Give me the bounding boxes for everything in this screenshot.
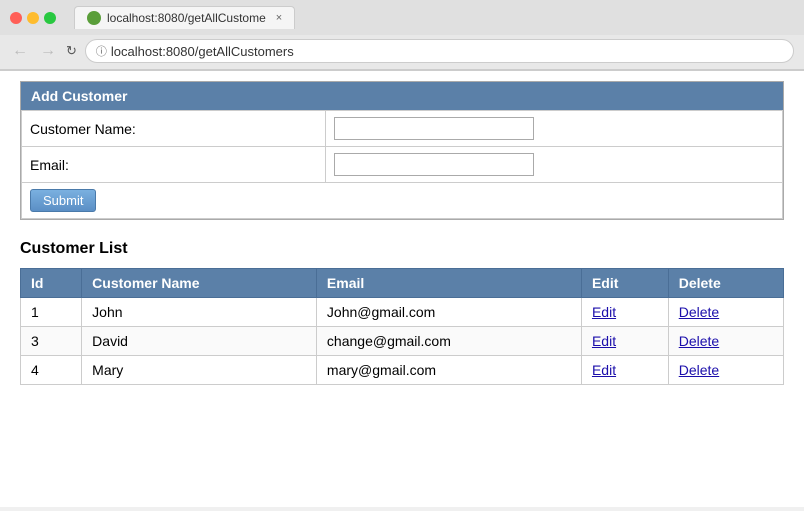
table-header-row: Id Customer Name Email Edit Delete — [21, 269, 784, 298]
add-customer-form: Customer Name: Email: Submit — [21, 110, 783, 219]
cell-edit: Edit — [581, 356, 668, 385]
tab-favicon-icon — [87, 11, 101, 25]
name-label: Customer Name: — [22, 111, 326, 147]
table-row: 4 Mary mary@gmail.com Edit Delete — [21, 356, 784, 385]
secure-icon: ⓘ — [96, 43, 107, 59]
page-content: Add Customer Customer Name: Email: Submi… — [0, 71, 804, 507]
customer-email-input[interactable] — [334, 153, 534, 176]
col-header-name: Customer Name — [82, 269, 317, 298]
cell-id: 1 — [21, 298, 82, 327]
cell-delete: Delete — [668, 327, 783, 356]
delete-link[interactable]: Delete — [679, 333, 719, 349]
col-header-delete: Delete — [668, 269, 783, 298]
cell-edit: Edit — [581, 327, 668, 356]
cell-name: John — [82, 298, 317, 327]
col-header-id: Id — [21, 269, 82, 298]
browser-chrome: localhost:8080/getAllCustome × ← → ↻ ⓘ l… — [0, 0, 804, 71]
submit-button[interactable]: Submit — [30, 189, 96, 212]
delete-link[interactable]: Delete — [679, 304, 719, 320]
cell-email: change@gmail.com — [316, 327, 581, 356]
title-bar: localhost:8080/getAllCustome × — [0, 0, 804, 35]
cell-id: 4 — [21, 356, 82, 385]
url-bar[interactable]: ⓘ localhost:8080/getAllCustomers — [85, 39, 794, 63]
cell-email: John@gmail.com — [316, 298, 581, 327]
url-text: localhost:8080/getAllCustomers — [111, 44, 294, 59]
table-row: 1 John John@gmail.com Edit Delete — [21, 298, 784, 327]
edit-link[interactable]: Edit — [592, 333, 616, 349]
cell-email: mary@gmail.com — [316, 356, 581, 385]
edit-link[interactable]: Edit — [592, 304, 616, 320]
col-header-email: Email — [316, 269, 581, 298]
browser-tab[interactable]: localhost:8080/getAllCustome × — [74, 6, 295, 29]
cell-id: 3 — [21, 327, 82, 356]
cell-name: Mary — [82, 356, 317, 385]
customer-list-title: Customer List — [20, 240, 784, 258]
delete-link[interactable]: Delete — [679, 362, 719, 378]
name-row: Customer Name: — [22, 111, 783, 147]
add-customer-section: Add Customer Customer Name: Email: Submi… — [20, 81, 784, 220]
cell-edit: Edit — [581, 298, 668, 327]
cell-delete: Delete — [668, 298, 783, 327]
cell-delete: Delete — [668, 356, 783, 385]
add-customer-header: Add Customer — [21, 82, 783, 110]
customer-table: Id Customer Name Email Edit Delete 1 Joh… — [20, 268, 784, 385]
maximize-window-button[interactable] — [44, 12, 56, 24]
email-row: Email: — [22, 147, 783, 183]
edit-link[interactable]: Edit — [592, 362, 616, 378]
customer-list-section: Customer List Id Customer Name Email Edi… — [20, 240, 784, 385]
address-bar: ← → ↻ ⓘ localhost:8080/getAllCustomers — [0, 35, 804, 70]
close-window-button[interactable] — [10, 12, 22, 24]
table-row: 3 David change@gmail.com Edit Delete — [21, 327, 784, 356]
window-buttons — [10, 12, 56, 24]
submit-row: Submit — [22, 183, 783, 219]
reload-button[interactable]: ↻ — [66, 43, 77, 59]
tab-title: localhost:8080/getAllCustome — [107, 11, 266, 25]
customer-name-input[interactable] — [334, 117, 534, 140]
customer-table-head: Id Customer Name Email Edit Delete — [21, 269, 784, 298]
email-label: Email: — [22, 147, 326, 183]
tab-close-icon[interactable]: × — [276, 12, 282, 24]
cell-name: David — [82, 327, 317, 356]
tab-bar: localhost:8080/getAllCustome × — [64, 6, 305, 29]
customer-table-body: 1 John John@gmail.com Edit Delete 3 Davi… — [21, 298, 784, 385]
minimize-window-button[interactable] — [27, 12, 39, 24]
back-button[interactable]: ← — [10, 42, 30, 60]
col-header-edit: Edit — [581, 269, 668, 298]
forward-button[interactable]: → — [38, 42, 58, 60]
